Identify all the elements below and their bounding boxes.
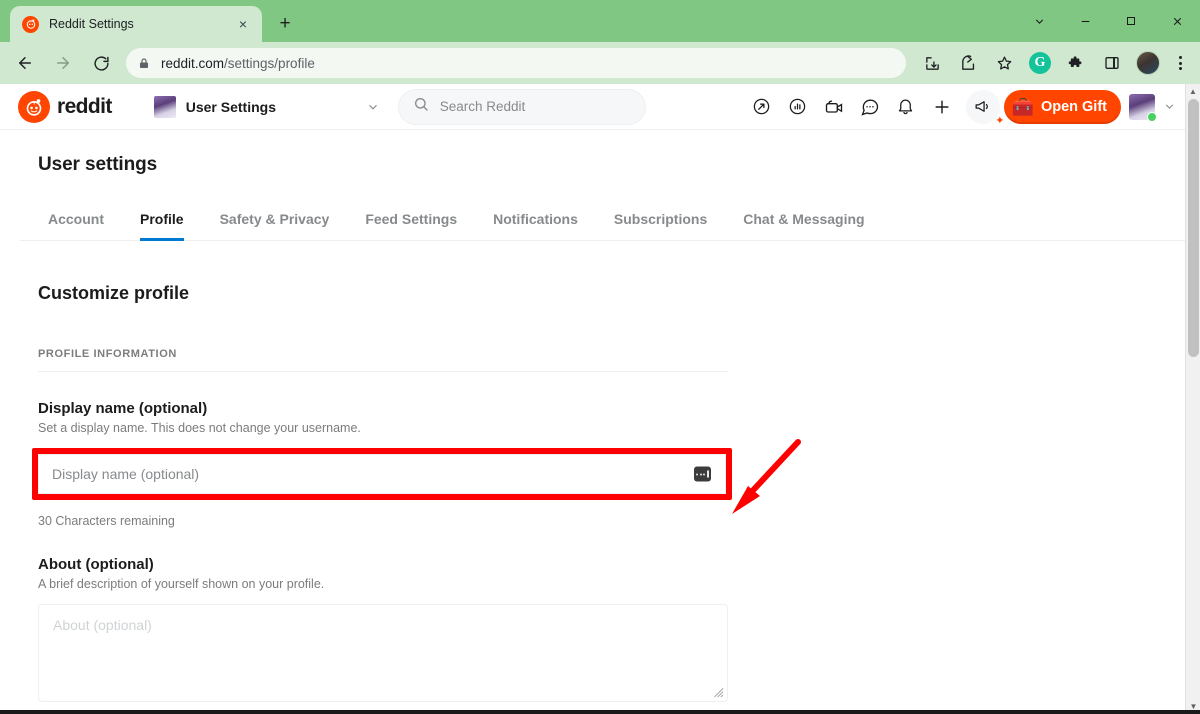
window-bottom-edge [0,710,1200,714]
keyboard-input-icon[interactable] [694,467,711,482]
reddit-logo-text: reddit [57,95,112,119]
reddit-nav-icons: ✦ 🧰 Open Gift [744,89,1176,125]
chevron-down-icon [366,100,380,114]
reddit-logo[interactable]: reddit [18,91,112,123]
side-panel-icon[interactable] [1097,48,1127,78]
reddit-header: reddit User Settings Search Reddit [0,84,1188,130]
browser-toolbar: reddit.com/settings/profile G [0,42,1200,84]
user-settings-avatar [154,96,176,118]
reddit-logo-icon [18,91,50,123]
extensions-puzzle-icon[interactable] [1061,48,1091,78]
grammarly-icon[interactable]: G [1025,48,1055,78]
browser-profile-avatar[interactable] [1133,48,1163,78]
online-status-dot [1147,112,1157,122]
forward-icon[interactable] [47,47,79,79]
tab-notifications[interactable]: Notifications [493,205,578,241]
tab-feed-settings[interactable]: Feed Settings [365,205,457,241]
about-label: About (optional) [38,556,728,573]
resize-grip-icon[interactable] [713,687,724,698]
user-settings-dropdown[interactable]: User Settings [146,89,388,125]
address-bar[interactable]: reddit.com/settings/profile [126,48,906,78]
browser-titlebar: Reddit Settings × + [0,0,1200,42]
tab-subscriptions[interactable]: Subscriptions [614,205,707,241]
search-icon [413,96,429,117]
share-icon[interactable] [953,48,983,78]
page-viewport: reddit User Settings Search Reddit [0,84,1200,714]
browser-window: Reddit Settings × + [0,0,1200,714]
url-domain: reddit.com [161,56,224,71]
back-icon[interactable] [9,47,41,79]
about-field: About (optional) A brief description of … [38,556,728,714]
search-placeholder: Search Reddit [440,99,526,114]
scrollbar-thumb[interactable] [1188,99,1199,357]
window-maximize-button[interactable] [1108,0,1154,42]
chrome-menu-icon[interactable] [1166,48,1194,78]
tab-profile[interactable]: Profile [140,205,184,241]
lock-icon [138,57,150,70]
treasure-chest-icon: 🧰 [1012,98,1034,116]
reload-icon[interactable] [85,47,117,79]
about-placeholder: About (optional) [53,617,152,633]
reddit-settings-page: reddit User Settings Search Reddit [0,84,1188,714]
tab-chat-messaging[interactable]: Chat & Messaging [743,205,864,241]
open-gift-button[interactable]: 🧰 Open Gift [1004,90,1121,124]
url-path: /settings/profile [224,56,315,71]
bookmark-star-icon[interactable] [989,48,1019,78]
reddit-favicon-icon [22,16,39,33]
open-gift-label: Open Gift [1041,99,1107,115]
avatar [1129,94,1155,120]
megaphone-icon[interactable]: ✦ [966,90,1000,124]
settings-content: User settings Account Profile Safety & P… [0,154,1188,714]
sparkle-icon: ✦ [995,114,1004,127]
create-post-plus-icon[interactable] [924,89,960,125]
scrollbar-up-arrow[interactable]: ▲ [1186,84,1200,99]
display-name-highlight-box: Display name (optional) [32,448,732,500]
display-name-help: Set a display name. This does not change… [38,421,728,435]
about-help: A brief description of yourself shown on… [38,577,728,591]
page-scrollbar[interactable]: ▲ ▼ [1185,84,1200,714]
section-title: Customize profile [38,283,1188,304]
live-video-icon[interactable] [816,89,852,125]
address-bar-url: reddit.com/settings/profile [161,56,315,71]
user-avatar-menu[interactable] [1129,94,1176,120]
tab-search-chevron-icon[interactable] [1016,0,1062,42]
window-minimize-button[interactable] [1062,0,1108,42]
chat-icon[interactable] [852,89,888,125]
user-settings-label: User Settings [186,99,366,115]
about-textarea[interactable]: About (optional) [38,604,728,702]
browser-tab-title: Reddit Settings [49,17,232,31]
tab-close-icon[interactable]: × [232,13,254,35]
notifications-bell-icon[interactable] [888,89,924,125]
new-tab-button[interactable]: + [270,9,300,39]
window-controls [1016,0,1200,42]
page-title: User settings [38,154,1188,176]
install-icon[interactable] [917,48,947,78]
popular-icon[interactable] [780,89,816,125]
grammarly-letter: G [1029,52,1051,74]
browser-tab[interactable]: Reddit Settings × [10,6,262,42]
display-name-field: Display name (optional) Set a display na… [38,400,728,528]
settings-tabs: Account Profile Safety & Privacy Feed Se… [20,204,1200,241]
tab-safety-privacy[interactable]: Safety & Privacy [220,205,330,241]
chevron-down-icon [1163,100,1176,113]
search-input[interactable]: Search Reddit [398,89,646,125]
display-name-placeholder: Display name (optional) [52,466,199,482]
tab-account[interactable]: Account [48,205,104,241]
trending-icon[interactable] [744,89,780,125]
profile-information-label: PROFILE INFORMATION [38,348,728,372]
display-name-input[interactable]: Display name (optional) [38,454,726,494]
display-name-counter: 30 Characters remaining [38,514,728,528]
display-name-label: Display name (optional) [38,400,728,417]
window-close-button[interactable] [1154,0,1200,42]
